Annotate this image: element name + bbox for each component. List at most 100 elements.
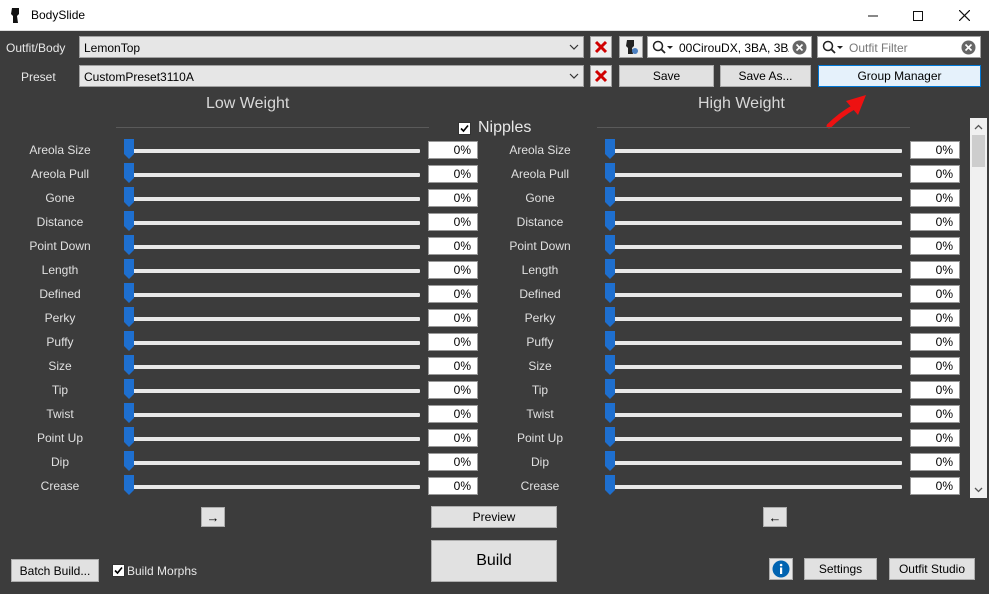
slider-value-high[interactable]: 0% bbox=[910, 477, 960, 495]
slider-name: Crease bbox=[520, 479, 560, 493]
outfit-select[interactable]: LemonTop bbox=[79, 36, 584, 58]
preset-label: Preset bbox=[21, 70, 56, 84]
outfit-label: Outfit/Body bbox=[6, 41, 66, 55]
slider-track-high[interactable] bbox=[605, 197, 902, 201]
close-button[interactable] bbox=[941, 0, 987, 31]
slider-track-high[interactable] bbox=[605, 317, 902, 321]
group-filter-search[interactable]: 00CirouDX, 3BA, 3BA bbox=[647, 36, 812, 58]
chevron-down-icon bbox=[569, 44, 579, 50]
slider-thumb-high[interactable] bbox=[605, 139, 615, 159]
slider-thumb-high[interactable] bbox=[605, 427, 615, 447]
slider-value-high[interactable]: 0% bbox=[910, 237, 960, 255]
settings-button[interactable]: Settings bbox=[804, 558, 877, 580]
slider-thumb-high[interactable] bbox=[605, 211, 615, 231]
slider-thumb-high[interactable] bbox=[605, 403, 615, 423]
slider-thumb-high[interactable] bbox=[605, 259, 615, 279]
slider-row-high: Dip 0% bbox=[0, 450, 989, 474]
slider-row-high: Twist 0% bbox=[0, 402, 989, 426]
slider-thumb-high[interactable] bbox=[605, 331, 615, 351]
slider-value-high[interactable]: 0% bbox=[910, 405, 960, 423]
clear-circle-icon[interactable] bbox=[792, 40, 807, 55]
slider-value-high[interactable]: 0% bbox=[910, 357, 960, 375]
slider-thumb-high[interactable] bbox=[605, 451, 615, 471]
slider-name: Size bbox=[528, 359, 552, 373]
slider-row-high: Defined 0% bbox=[0, 282, 989, 306]
slider-row-high: Size 0% bbox=[0, 354, 989, 378]
slider-name: Tip bbox=[531, 383, 549, 397]
outfit-filter-placeholder: Outfit Filter bbox=[849, 41, 908, 55]
slider-thumb-high[interactable] bbox=[605, 187, 615, 207]
slider-track-high[interactable] bbox=[605, 437, 902, 441]
slider-value-high[interactable]: 0% bbox=[910, 141, 960, 159]
slider-track-high[interactable] bbox=[605, 341, 902, 345]
slider-value-high[interactable]: 0% bbox=[910, 189, 960, 207]
slider-value-high[interactable]: 0% bbox=[910, 429, 960, 447]
slider-value-high[interactable]: 0% bbox=[910, 165, 960, 183]
bodyslide-tool-icon bbox=[626, 40, 638, 54]
slider-track-high[interactable] bbox=[605, 269, 902, 273]
save-button[interactable]: Save bbox=[619, 65, 714, 87]
low-weight-heading: Low Weight bbox=[206, 95, 290, 112]
group-filter-value: 00CirouDX, 3BA, 3BA bbox=[679, 41, 789, 55]
slider-track-high[interactable] bbox=[605, 221, 902, 225]
scroll-down-button[interactable] bbox=[970, 481, 987, 498]
slider-track-high[interactable] bbox=[605, 413, 902, 417]
scroll-thumb[interactable] bbox=[972, 135, 985, 167]
copy-to-high-button[interactable]: → bbox=[201, 507, 225, 527]
outfit-filter-search[interactable]: Outfit Filter bbox=[817, 36, 981, 58]
main-panel: Outfit/Body LemonTop 00CirouDX, 3BA, 3BA… bbox=[0, 31, 989, 594]
save-as-button[interactable]: Save As... bbox=[720, 65, 811, 87]
slider-value-high[interactable]: 0% bbox=[910, 453, 960, 471]
slider-track-high[interactable] bbox=[605, 173, 902, 177]
nipples-category-checkbox[interactable] bbox=[458, 122, 471, 135]
slider-value-high[interactable]: 0% bbox=[910, 309, 960, 327]
slider-track-high[interactable] bbox=[605, 245, 902, 249]
clear-circle-icon[interactable] bbox=[961, 40, 976, 55]
group-manager-button[interactable]: Group Manager bbox=[818, 65, 981, 87]
slider-row-high: Puffy 0% bbox=[0, 330, 989, 354]
build-button[interactable]: Build bbox=[431, 540, 557, 582]
slider-track-high[interactable] bbox=[605, 485, 902, 489]
slider-value-high[interactable]: 0% bbox=[910, 333, 960, 351]
preset-select[interactable]: CustomPreset3110A bbox=[79, 65, 584, 87]
slider-thumb-high[interactable] bbox=[605, 475, 615, 495]
info-button[interactable] bbox=[769, 558, 793, 580]
slider-value-high[interactable]: 0% bbox=[910, 285, 960, 303]
scroll-up-button[interactable] bbox=[970, 118, 987, 135]
slider-name: Defined bbox=[519, 287, 561, 301]
slider-row-high: Tip 0% bbox=[0, 378, 989, 402]
slider-thumb-high[interactable] bbox=[605, 235, 615, 255]
slider-thumb-high[interactable] bbox=[605, 379, 615, 399]
maximize-button[interactable] bbox=[895, 0, 941, 31]
slider-value-high[interactable]: 0% bbox=[910, 213, 960, 231]
slider-value-high[interactable]: 0% bbox=[910, 381, 960, 399]
bodyslide-app-icon bbox=[11, 8, 19, 23]
checkmark-icon bbox=[460, 124, 469, 133]
slider-scrollbar[interactable] bbox=[970, 118, 987, 498]
build-morphs-checkbox[interactable] bbox=[112, 564, 125, 577]
slider-thumb-high[interactable] bbox=[605, 307, 615, 327]
slider-thumb-high[interactable] bbox=[605, 283, 615, 303]
search-dropdown-icon bbox=[822, 40, 843, 54]
slider-thumb-high[interactable] bbox=[605, 355, 615, 375]
outfit-studio-button[interactable]: Outfit Studio bbox=[889, 558, 975, 580]
slider-track-high[interactable] bbox=[605, 149, 902, 153]
outfit-tool-button[interactable] bbox=[619, 36, 643, 58]
high-weight-heading: High Weight bbox=[698, 95, 785, 112]
copy-to-low-button[interactable]: ← bbox=[763, 507, 787, 527]
slider-track-high[interactable] bbox=[605, 293, 902, 297]
slider-thumb-high[interactable] bbox=[605, 163, 615, 183]
slider-track-high[interactable] bbox=[605, 365, 902, 369]
remove-preset-button[interactable] bbox=[590, 65, 612, 87]
slider-name: Length bbox=[521, 263, 559, 277]
minimize-button[interactable] bbox=[850, 0, 896, 31]
slider-name: Dip bbox=[530, 455, 549, 469]
build-morphs-label: Build Morphs bbox=[127, 564, 198, 578]
batch-build-button[interactable]: Batch Build... bbox=[11, 559, 99, 582]
preview-button[interactable]: Preview bbox=[431, 506, 557, 528]
slider-row-high: Perky 0% bbox=[0, 306, 989, 330]
slider-track-high[interactable] bbox=[605, 389, 902, 393]
slider-track-high[interactable] bbox=[605, 461, 902, 465]
remove-outfit-button[interactable] bbox=[590, 36, 612, 58]
slider-value-high[interactable]: 0% bbox=[910, 261, 960, 279]
